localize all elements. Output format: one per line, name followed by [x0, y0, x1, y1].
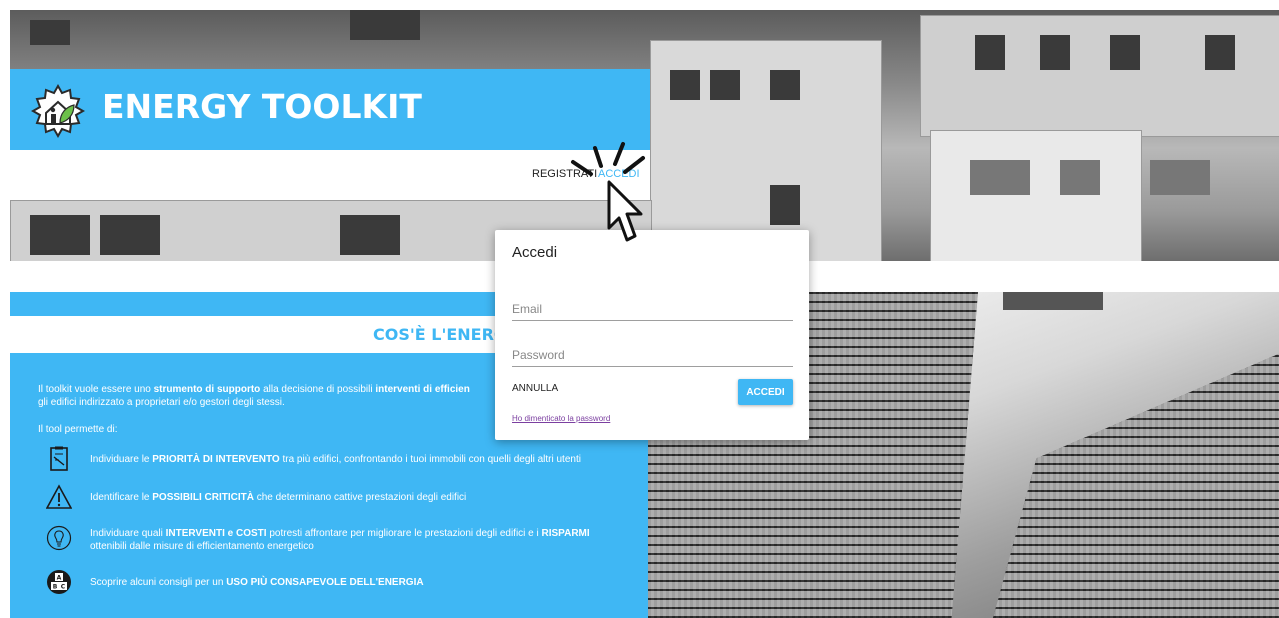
email-field-wrapper — [512, 298, 793, 321]
click-cursor-icon — [571, 142, 645, 242]
svg-text:C: C — [61, 584, 66, 591]
tool-permette-label: Il tool permette di: — [38, 424, 118, 435]
feature-text-part: tra più edifici, confrontando i tuoi imm… — [279, 454, 581, 465]
top-nav: REGISTRATI ACCEDI — [10, 150, 650, 200]
feature-text: Scoprire alcuni consigli per un USO PIÙ … — [90, 576, 610, 589]
feature-text-part: Individuare le — [90, 454, 153, 465]
svg-text:B: B — [53, 584, 58, 591]
feature-highlight: INTERVENTI e COSTI — [165, 528, 267, 539]
feature-highlight: USO PIÙ CONSAPEVOLE DELL'ENERGIA — [226, 577, 424, 588]
feature-text-part: ottenibili dalle misure di efficientamen… — [90, 541, 314, 552]
cancel-button[interactable]: ANNULLA — [512, 383, 558, 394]
feature-highlight: PRIORITÀ DI INTERVENTO — [152, 454, 280, 465]
modal-title: Accedi — [512, 244, 558, 261]
warning-icon — [46, 484, 72, 509]
feature-text: Identificare le POSSIBILI CRITICITÀ che … — [90, 491, 610, 504]
feature-highlight: RISPARMI — [541, 528, 590, 539]
feature-highlight: POSSIBILI CRITICITÀ — [152, 492, 254, 503]
feature-text-part: Identificare le — [90, 492, 153, 503]
email-field[interactable] — [512, 298, 793, 320]
feature-text-part: che determinano cattive prestazioni degl… — [253, 492, 467, 503]
intro-highlight: interventi di efficien — [375, 384, 470, 395]
feature-text-part: potresti affrontare per migliorare le pr… — [266, 528, 542, 539]
feature-text: Individuare quali INTERVENTI e COSTI pot… — [90, 527, 610, 553]
abc-blocks-icon: A B C — [47, 570, 71, 594]
intro-text: gli edifici indirizzato a proprietari e/… — [38, 397, 285, 408]
intro-highlight: strumento di supporto — [153, 384, 261, 395]
section-title: COS'È L'ENERG — [373, 325, 508, 344]
gear-house-logo-icon — [30, 83, 86, 139]
feature-text: Individuare le PRIORITÀ DI INTERVENTO tr… — [90, 453, 610, 466]
svg-text:A: A — [57, 575, 62, 582]
brand-header: ENERGY TOOLKIT — [10, 69, 650, 150]
feature-text-part: Scoprire alcuni consigli per un — [90, 577, 227, 588]
password-field[interactable] — [512, 344, 793, 366]
intro-text: Il toolkit vuole essere uno — [38, 384, 154, 395]
login-modal: Accedi ANNULLA ACCEDI Ho dimenticato la … — [495, 230, 809, 440]
brand-title: ENERGY TOOLKIT — [102, 87, 422, 126]
intro-text: alla decisione di possibili — [260, 384, 376, 395]
password-field-wrapper — [512, 344, 793, 367]
login-submit-button[interactable]: ACCEDI — [738, 379, 793, 405]
checklist-icon — [50, 446, 68, 471]
forgot-password-link[interactable]: Ho dimenticato la password — [512, 414, 610, 423]
lightbulb-icon — [46, 525, 72, 551]
feature-text-part: Individuare quali — [90, 528, 166, 539]
